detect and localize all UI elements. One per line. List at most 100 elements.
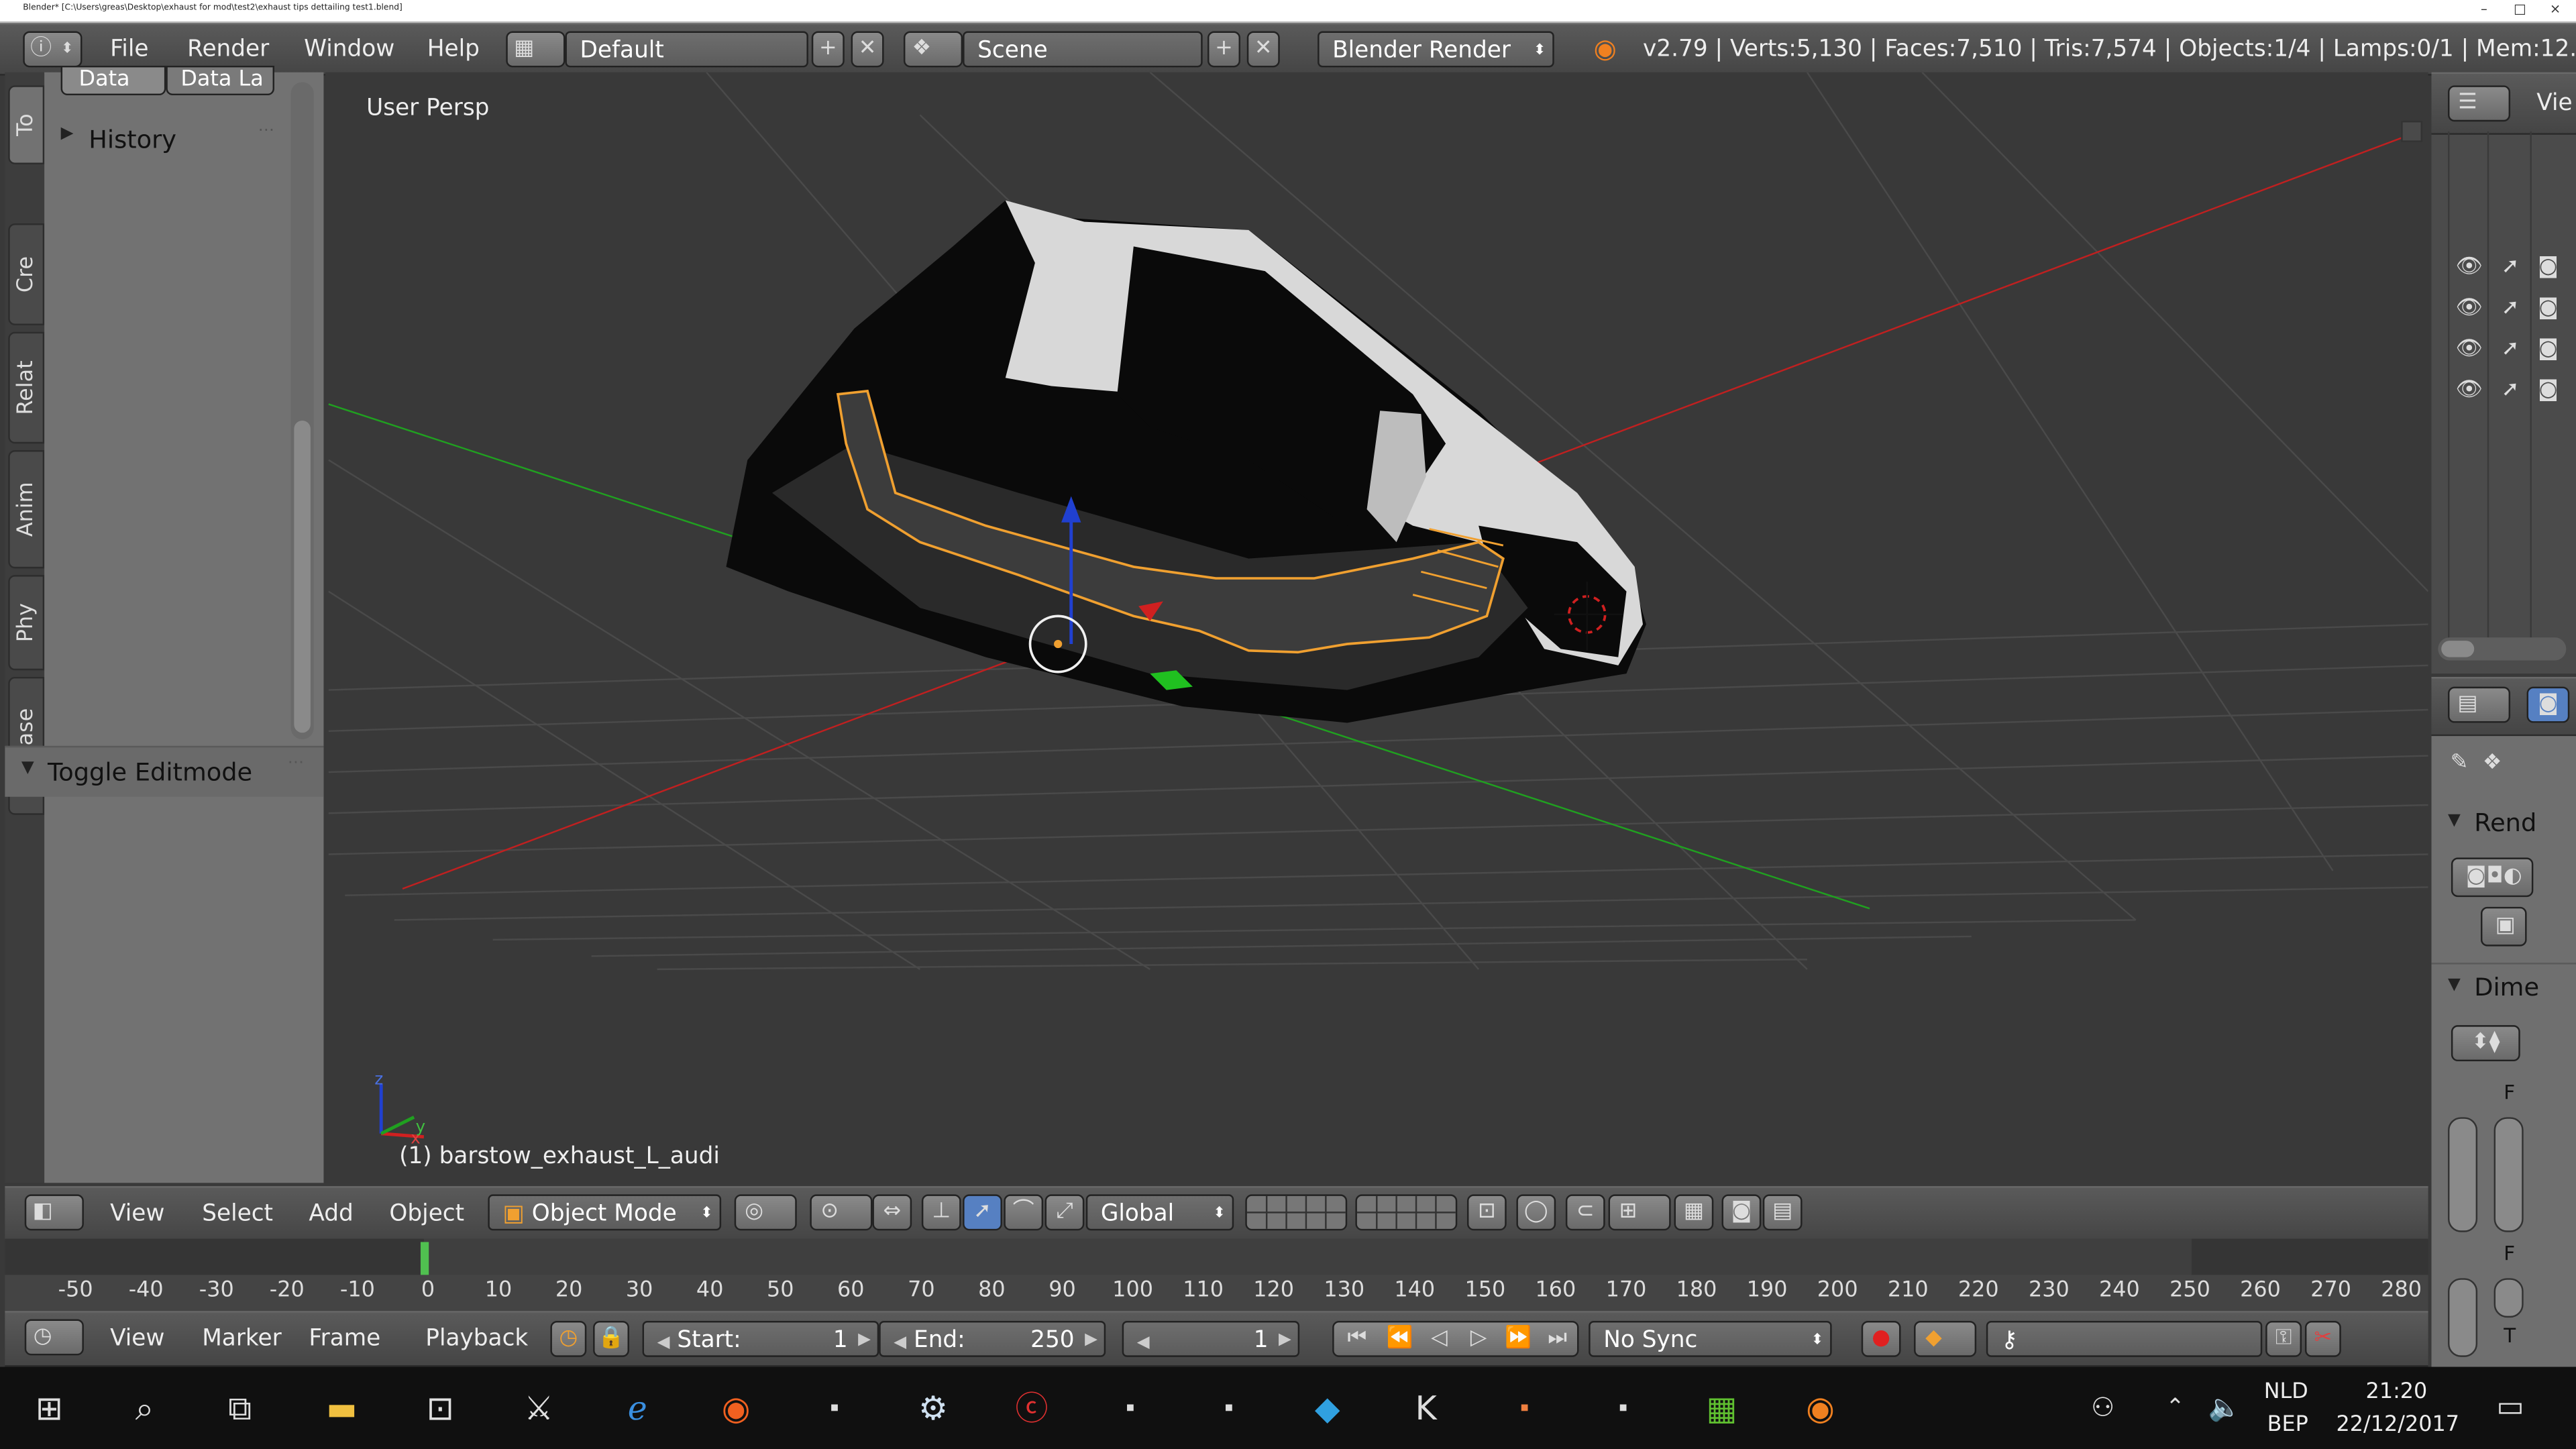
properties-panel[interactable]: ▤ ◙ ✎ ❖ ▼ Rend ◙◘◐ ▣ ▼ Dime ⬍⧫ F F T: [2431, 676, 2576, 1367]
snap-target-button[interactable]: ▦: [1674, 1194, 1714, 1231]
camera-render-icon[interactable]: ◙: [2533, 332, 2563, 368]
left-arrow-icon[interactable]: ◀: [894, 1334, 906, 1352]
editor-type-info-button[interactable]: ⓘ ⬍: [23, 31, 83, 68]
ccleaner-icon[interactable]: ⓒ: [1009, 1387, 1055, 1430]
windows-start-icon[interactable]: ⊞: [26, 1387, 72, 1430]
maximize-icon[interactable]: □: [2514, 1, 2526, 16]
toggle-editmode-panel-header[interactable]: ▼ Toggle Editmode ⋯: [5, 745, 324, 797]
resolution-y-slider[interactable]: [2493, 1117, 2524, 1232]
app-icon[interactable]: ▪: [1600, 1387, 1646, 1430]
render-panel-header[interactable]: ▼ Rend: [2432, 802, 2576, 841]
outliner-view-menu[interactable]: Vie: [2536, 91, 2572, 117]
layers-group-1[interactable]: [1245, 1194, 1348, 1231]
render-engine-select[interactable]: Blender Render ⬍: [1318, 31, 1554, 68]
blender-taskbar-icon[interactable]: ◉: [1797, 1387, 1843, 1430]
history-panel-header[interactable]: ▶ History ⋯: [44, 115, 290, 164]
outliner-hscrollbar-thumb[interactable]: [2441, 641, 2475, 657]
menu-help[interactable]: Help: [427, 36, 480, 62]
keyboard-layout-indicator[interactable]: BEP: [2267, 1413, 2308, 1438]
camera-render-icon[interactable]: ◙: [2533, 250, 2563, 286]
start-frame-field[interactable]: ◀ Start: 1 ▶: [642, 1320, 879, 1357]
clock-time[interactable]: 21:20: [2366, 1380, 2428, 1405]
eye-icon[interactable]: 👁: [2455, 373, 2484, 409]
k-app-icon[interactable]: K: [1403, 1387, 1449, 1430]
jump-start-icon[interactable]: ⏮: [1337, 1321, 1377, 1357]
file-explorer-icon[interactable]: ▬: [319, 1387, 365, 1430]
remove-layout-button[interactable]: ✕: [851, 31, 884, 68]
app-icon[interactable]: ▪: [1206, 1387, 1252, 1430]
proportional-edit-button[interactable]: ◯: [1516, 1194, 1556, 1231]
store-icon[interactable]: ⊡: [417, 1387, 464, 1430]
eye-icon[interactable]: 👁: [2455, 332, 2484, 368]
cursor-select-icon[interactable]: ➚: [2497, 250, 2523, 286]
pivot-point-button[interactable]: ⊙: [810, 1194, 873, 1231]
menu-frame[interactable]: Frame: [309, 1326, 380, 1352]
toolshelf-scrollbar-track[interactable]: [290, 82, 314, 740]
render-tab-button[interactable]: ◙: [2526, 686, 2570, 723]
tab-create[interactable]: Cre: [8, 223, 45, 325]
drag-handle-icon[interactable]: ⋯: [288, 754, 304, 772]
auto-keying-button[interactable]: ●: [1861, 1320, 1901, 1357]
menu-add[interactable]: Add: [309, 1201, 353, 1227]
pin-icon[interactable]: ✎: [2445, 746, 2474, 782]
outliner-panel[interactable]: ☰ Vie 👁 ➚ ◙ 👁 ➚ ◙ 👁 ➚ ◙ 👁 ➚ ◙: [2431, 72, 2576, 674]
close-icon[interactable]: ×: [2550, 1, 2561, 16]
scale-manipulator-button[interactable]: ⤢: [1044, 1194, 1085, 1231]
minimize-icon[interactable]: –: [2481, 1, 2487, 16]
current-frame-field[interactable]: ◀ 1 ▶: [1122, 1320, 1300, 1358]
timeline-editor[interactable]: -50 -40 -30 -20 -10 0 10 20 30 40 50 60 70 80 90 100 110…: [5, 1238, 2428, 1311]
remove-scene-button[interactable]: ✕: [1246, 31, 1280, 68]
transform-orientation-select[interactable]: Global ⬍: [1085, 1194, 1234, 1231]
current-frame-marker[interactable]: [420, 1242, 429, 1275]
insert-keyframe-button[interactable]: ⚿: [2265, 1320, 2302, 1357]
tab-relations[interactable]: Relat: [8, 331, 45, 444]
outliner-editor-type-button[interactable]: ☰: [2448, 85, 2511, 122]
subtab-data[interactable]: Data: [60, 65, 166, 96]
menu-playback[interactable]: Playback: [425, 1326, 528, 1352]
subtab-data-layers[interactable]: Data La: [166, 65, 274, 96]
screen-layout-field[interactable]: Default: [565, 31, 808, 68]
kodi-icon[interactable]: ◆: [1305, 1387, 1351, 1430]
menu-marker[interactable]: Marker: [202, 1326, 282, 1352]
snap-element-button[interactable]: ⊞: [1608, 1194, 1671, 1231]
play-icon[interactable]: ▷: [1459, 1321, 1499, 1357]
manipulator-toggle-button[interactable]: ⇔: [872, 1194, 912, 1231]
eye-icon[interactable]: 👁: [2455, 290, 2484, 327]
camera-render-icon[interactable]: ◙: [2533, 373, 2563, 409]
timeline-editor-type-button[interactable]: ◷: [24, 1319, 84, 1356]
translate-manipulator-button[interactable]: ⊥: [921, 1194, 961, 1231]
menu-view[interactable]: View: [110, 1326, 164, 1352]
menu-render[interactable]: Render: [187, 36, 269, 62]
screen-layout-button[interactable]: ▦: [506, 31, 566, 68]
dimensions-preset-button[interactable]: ⬍⧫: [2451, 1025, 2520, 1062]
lock-camera-button[interactable]: ⊡: [1466, 1194, 1507, 1231]
cursor-select-icon[interactable]: ➚: [2497, 373, 2523, 409]
app-icon[interactable]: ▪: [1108, 1387, 1154, 1430]
app-icon[interactable]: ▪: [1501, 1387, 1548, 1430]
drag-handle-icon[interactable]: ⋯: [258, 121, 274, 140]
layers-group-2[interactable]: [1355, 1194, 1458, 1231]
move-manipulator-button[interactable]: ➚: [963, 1194, 1002, 1231]
chevron-up-icon[interactable]: ⌃: [2152, 1387, 2198, 1430]
menu-select[interactable]: Select: [202, 1201, 273, 1227]
preview-range-button[interactable]: ◷: [550, 1320, 587, 1357]
frame-start-slider[interactable]: [2448, 1278, 2478, 1357]
people-icon[interactable]: ⚇: [2080, 1387, 2126, 1430]
scene-selector-button[interactable]: ❖: [903, 31, 963, 68]
play-reverse-icon[interactable]: ◁: [1419, 1321, 1459, 1357]
lock-range-button[interactable]: 🔒: [593, 1320, 629, 1357]
clock-date[interactable]: 22/12/2017: [2336, 1413, 2459, 1438]
right-arrow-icon[interactable]: ▶: [1279, 1322, 1291, 1358]
scene-render-icon[interactable]: ❖: [2477, 746, 2507, 782]
task-view-icon[interactable]: ⧉: [217, 1387, 263, 1430]
menu-object[interactable]: Object: [389, 1201, 464, 1227]
menu-window[interactable]: Window: [304, 36, 394, 62]
keying-set-button[interactable]: ◆: [1914, 1320, 1977, 1357]
properties-editor-type-button[interactable]: ▤: [2448, 686, 2511, 723]
tab-physics[interactable]: Phy: [8, 575, 45, 671]
snap-toggle-button[interactable]: ⊂: [1565, 1194, 1605, 1231]
camera-render-icon[interactable]: ◙: [2533, 290, 2563, 327]
scene-field[interactable]: Scene: [963, 31, 1203, 68]
rotate-manipulator-button[interactable]: ⌒: [1004, 1194, 1044, 1231]
viewport-split-widget[interactable]: [2401, 121, 2423, 142]
